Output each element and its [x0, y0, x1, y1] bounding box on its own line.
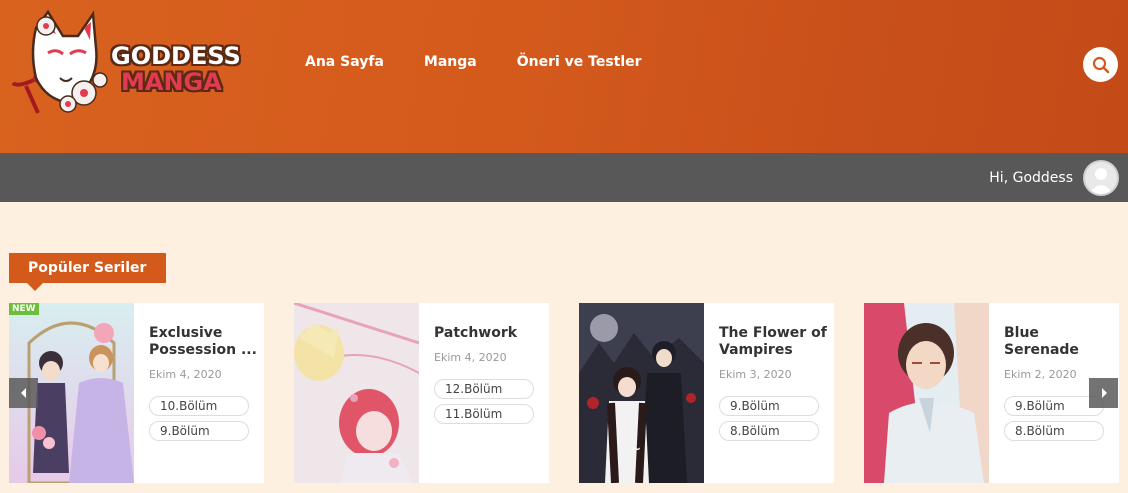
series-info: Patchwork Ekim 4, 2020 12.Bölüm 11.Bölüm [434, 325, 544, 429]
chapter-link[interactable]: 12.Bölüm [434, 379, 534, 399]
chapter-link[interactable]: 9.Bölüm [719, 396, 819, 416]
section-title-populer-seriler: Popüler Seriler [9, 253, 166, 291]
series-date: Ekim 4, 2020 [434, 351, 507, 364]
nav-item-ana-sayfa[interactable]: Ana Sayfa [305, 54, 384, 70]
user-greeting[interactable]: Hi, Goddess [989, 170, 1073, 186]
slider-prev-button[interactable] [9, 378, 38, 408]
series-date: Ekim 4, 2020 [149, 368, 222, 381]
series-card[interactable]: Blue Serenade Ekim 2, 2020 9.Bölüm 8.Böl… [864, 303, 1119, 483]
chevron-right-icon [1101, 388, 1107, 398]
chevron-left-icon [20, 388, 26, 398]
cover-art-image [864, 303, 989, 483]
series-cover[interactable] [864, 303, 989, 483]
series-title[interactable]: Blue Serenade [1004, 325, 1114, 359]
series-title[interactable]: Exclusive Possession ... [149, 325, 259, 359]
logo-line2: MANGA [121, 68, 222, 96]
slider-next-button[interactable] [1089, 378, 1118, 408]
chapter-link[interactable]: 9.Bölüm [149, 421, 249, 441]
cover-art-image: ~ [579, 303, 704, 483]
series-date: Ekim 3, 2020 [719, 368, 792, 381]
logo-wordmark: GODDESS MANGA [111, 44, 241, 94]
chapter-list: 9.Bölüm 8.Bölüm [719, 396, 829, 441]
series-card[interactable]: NEW Exclusive Possession ... Ekim 4, 202… [9, 303, 264, 483]
cover-art-image [294, 303, 419, 483]
nav-item-manga[interactable]: Manga [424, 54, 477, 70]
site-header: GODDESS MANGA Ana Sayfa Manga Öneri ve T… [0, 0, 1128, 153]
chapter-list: 12.Bölüm 11.Bölüm [434, 379, 544, 424]
new-badge: NEW [9, 303, 39, 315]
series-title[interactable]: The Flower of Vampires [719, 325, 829, 359]
series-cover[interactable]: ~ [579, 303, 704, 483]
logo-line1: GODDESS [111, 42, 241, 70]
series-cover[interactable] [294, 303, 419, 483]
cover-korean-title-art: ~ [631, 442, 641, 456]
chapter-link[interactable]: 11.Bölüm [434, 404, 534, 424]
fox-mask-logo-icon [11, 9, 108, 114]
avatar-silhouette [1089, 168, 1113, 194]
series-card[interactable]: Patchwork Ekim 4, 2020 12.Bölüm 11.Bölüm [294, 303, 549, 483]
user-bar: Hi, Goddess [0, 153, 1128, 202]
chapter-link[interactable]: 8.Bölüm [1004, 421, 1104, 441]
chapter-list: 10.Bölüm 9.Bölüm [149, 396, 259, 441]
search-button[interactable] [1083, 47, 1118, 82]
chapter-link[interactable]: 10.Bölüm [149, 396, 249, 416]
main-nav: Ana Sayfa Manga Öneri ve Testler [305, 54, 682, 70]
series-card[interactable]: ~ The Flower of Vampires Ekim 3, 2020 9.… [579, 303, 834, 483]
series-info: Exclusive Possession ... Ekim 4, 2020 10… [149, 325, 259, 446]
series-info: The Flower of Vampires Ekim 3, 2020 9.Bö… [719, 325, 829, 446]
series-title[interactable]: Patchwork [434, 325, 544, 342]
chapter-link[interactable]: 8.Bölüm [719, 421, 819, 441]
site-logo[interactable]: GODDESS MANGA [8, 8, 241, 118]
nav-item-oneri-ve-testler[interactable]: Öneri ve Testler [517, 54, 642, 70]
user-avatar-icon[interactable] [1083, 160, 1119, 196]
search-icon [1092, 56, 1109, 73]
